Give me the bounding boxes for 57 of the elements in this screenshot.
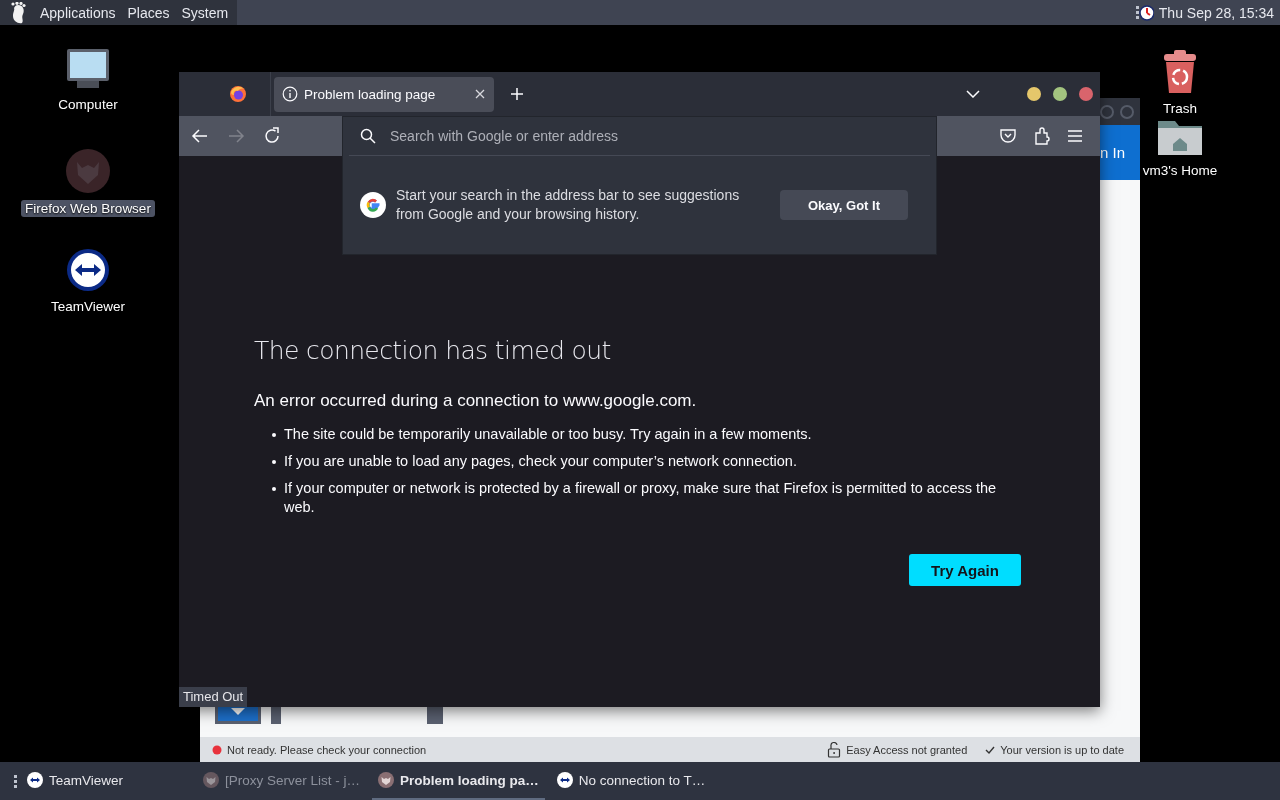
desktop-icon-label[interactable]: vm3's Home bbox=[1138, 162, 1222, 179]
teamviewer-icon bbox=[27, 772, 43, 788]
new-tab-icon[interactable] bbox=[510, 87, 524, 101]
panel-menu[interactable]: Applications bbox=[40, 4, 116, 21]
teamviewer-icon bbox=[66, 248, 110, 292]
desktop-icon-label[interactable]: Trash bbox=[1159, 100, 1201, 117]
unlocked-padlock-icon bbox=[827, 741, 842, 758]
bullet-text: The site could be temporarily unavailable or too busy. Try again in a few moments. bbox=[284, 425, 812, 444]
tray-clock-icon[interactable] bbox=[1135, 2, 1154, 23]
teamviewer-icon bbox=[556, 772, 573, 788]
pocket-icon[interactable] bbox=[998, 126, 1018, 146]
maximize-button[interactable] bbox=[1053, 87, 1067, 101]
taskbar-item[interactable]: No connection to T… bbox=[550, 762, 712, 800]
error-title: The connection has timed out bbox=[254, 336, 612, 365]
checkmark-icon bbox=[985, 744, 996, 755]
menu-icon[interactable] bbox=[1066, 129, 1084, 143]
browser-tab[interactable]: Problem loading page bbox=[274, 76, 494, 112]
bullet bbox=[272, 433, 276, 437]
taskbar-item[interactable]: Problem loading pa… bbox=[372, 762, 545, 800]
panel-menu[interactable]: Places bbox=[127, 4, 170, 21]
google-logo-icon bbox=[360, 192, 386, 218]
computer-icon bbox=[65, 48, 111, 90]
error-message: An error occurred during a connection to www.google.com. bbox=[254, 391, 698, 411]
fox-icon bbox=[378, 772, 395, 788]
status-text: Easy Access not granted bbox=[846, 743, 968, 756]
close-button[interactable] bbox=[1079, 87, 1093, 101]
bullet bbox=[272, 487, 276, 491]
taskbar-handle[interactable] bbox=[14, 774, 17, 788]
fox-icon bbox=[203, 772, 219, 788]
okay-button[interactable]: Okay, Got It bbox=[780, 190, 908, 220]
firefox-logo-icon[interactable] bbox=[229, 85, 247, 103]
chevron-down-icon[interactable] bbox=[966, 90, 980, 98]
home-folder-icon bbox=[1157, 118, 1203, 156]
bullet bbox=[272, 460, 276, 464]
desktop-icon-label[interactable]: Computer bbox=[54, 96, 122, 113]
taskbar-item[interactable]: TeamViewer bbox=[21, 762, 191, 800]
status-dot-icon bbox=[212, 744, 222, 755]
try-again-button[interactable]: Try Again bbox=[909, 554, 1021, 586]
taskbar-item[interactable]: [Proxy Server List - j… bbox=[197, 762, 367, 800]
desktop-icon-label[interactable]: TeamViewer bbox=[46, 298, 129, 315]
status-text: Your version is up to date bbox=[1000, 743, 1124, 756]
search-icon bbox=[360, 128, 376, 144]
minimize-button[interactable] bbox=[1027, 87, 1041, 101]
info-icon bbox=[282, 86, 298, 102]
clock-text[interactable]: Thu Sep 28, 15:34 bbox=[1158, 4, 1274, 21]
bullet-text: If your computer or network is protected by a firewall or proxy, make sure that Firefox is permitted to access the web. bbox=[284, 479, 998, 517]
status-tooltip: Timed Out bbox=[179, 687, 248, 707]
puzzle-piece-icon[interactable] bbox=[1032, 126, 1052, 146]
status-text: Not ready. Please check your connection bbox=[227, 743, 427, 756]
address-field[interactable]: Search with Google or enter address bbox=[390, 128, 930, 144]
bullet-text: If you are unable to load any pages, check your computer’s network connection. bbox=[284, 452, 797, 471]
desktop-icon-label[interactable]: Firefox Web Browser bbox=[21, 200, 155, 217]
sign-in-button[interactable]: n In bbox=[1100, 125, 1140, 180]
fox-icon bbox=[65, 148, 111, 194]
suggestion-hint-text: Start your search in the address bar to see suggestions from Google and your browsing history. bbox=[396, 186, 741, 224]
close-icon[interactable] bbox=[474, 88, 486, 100]
panel-menu[interactable]: System bbox=[181, 4, 229, 21]
